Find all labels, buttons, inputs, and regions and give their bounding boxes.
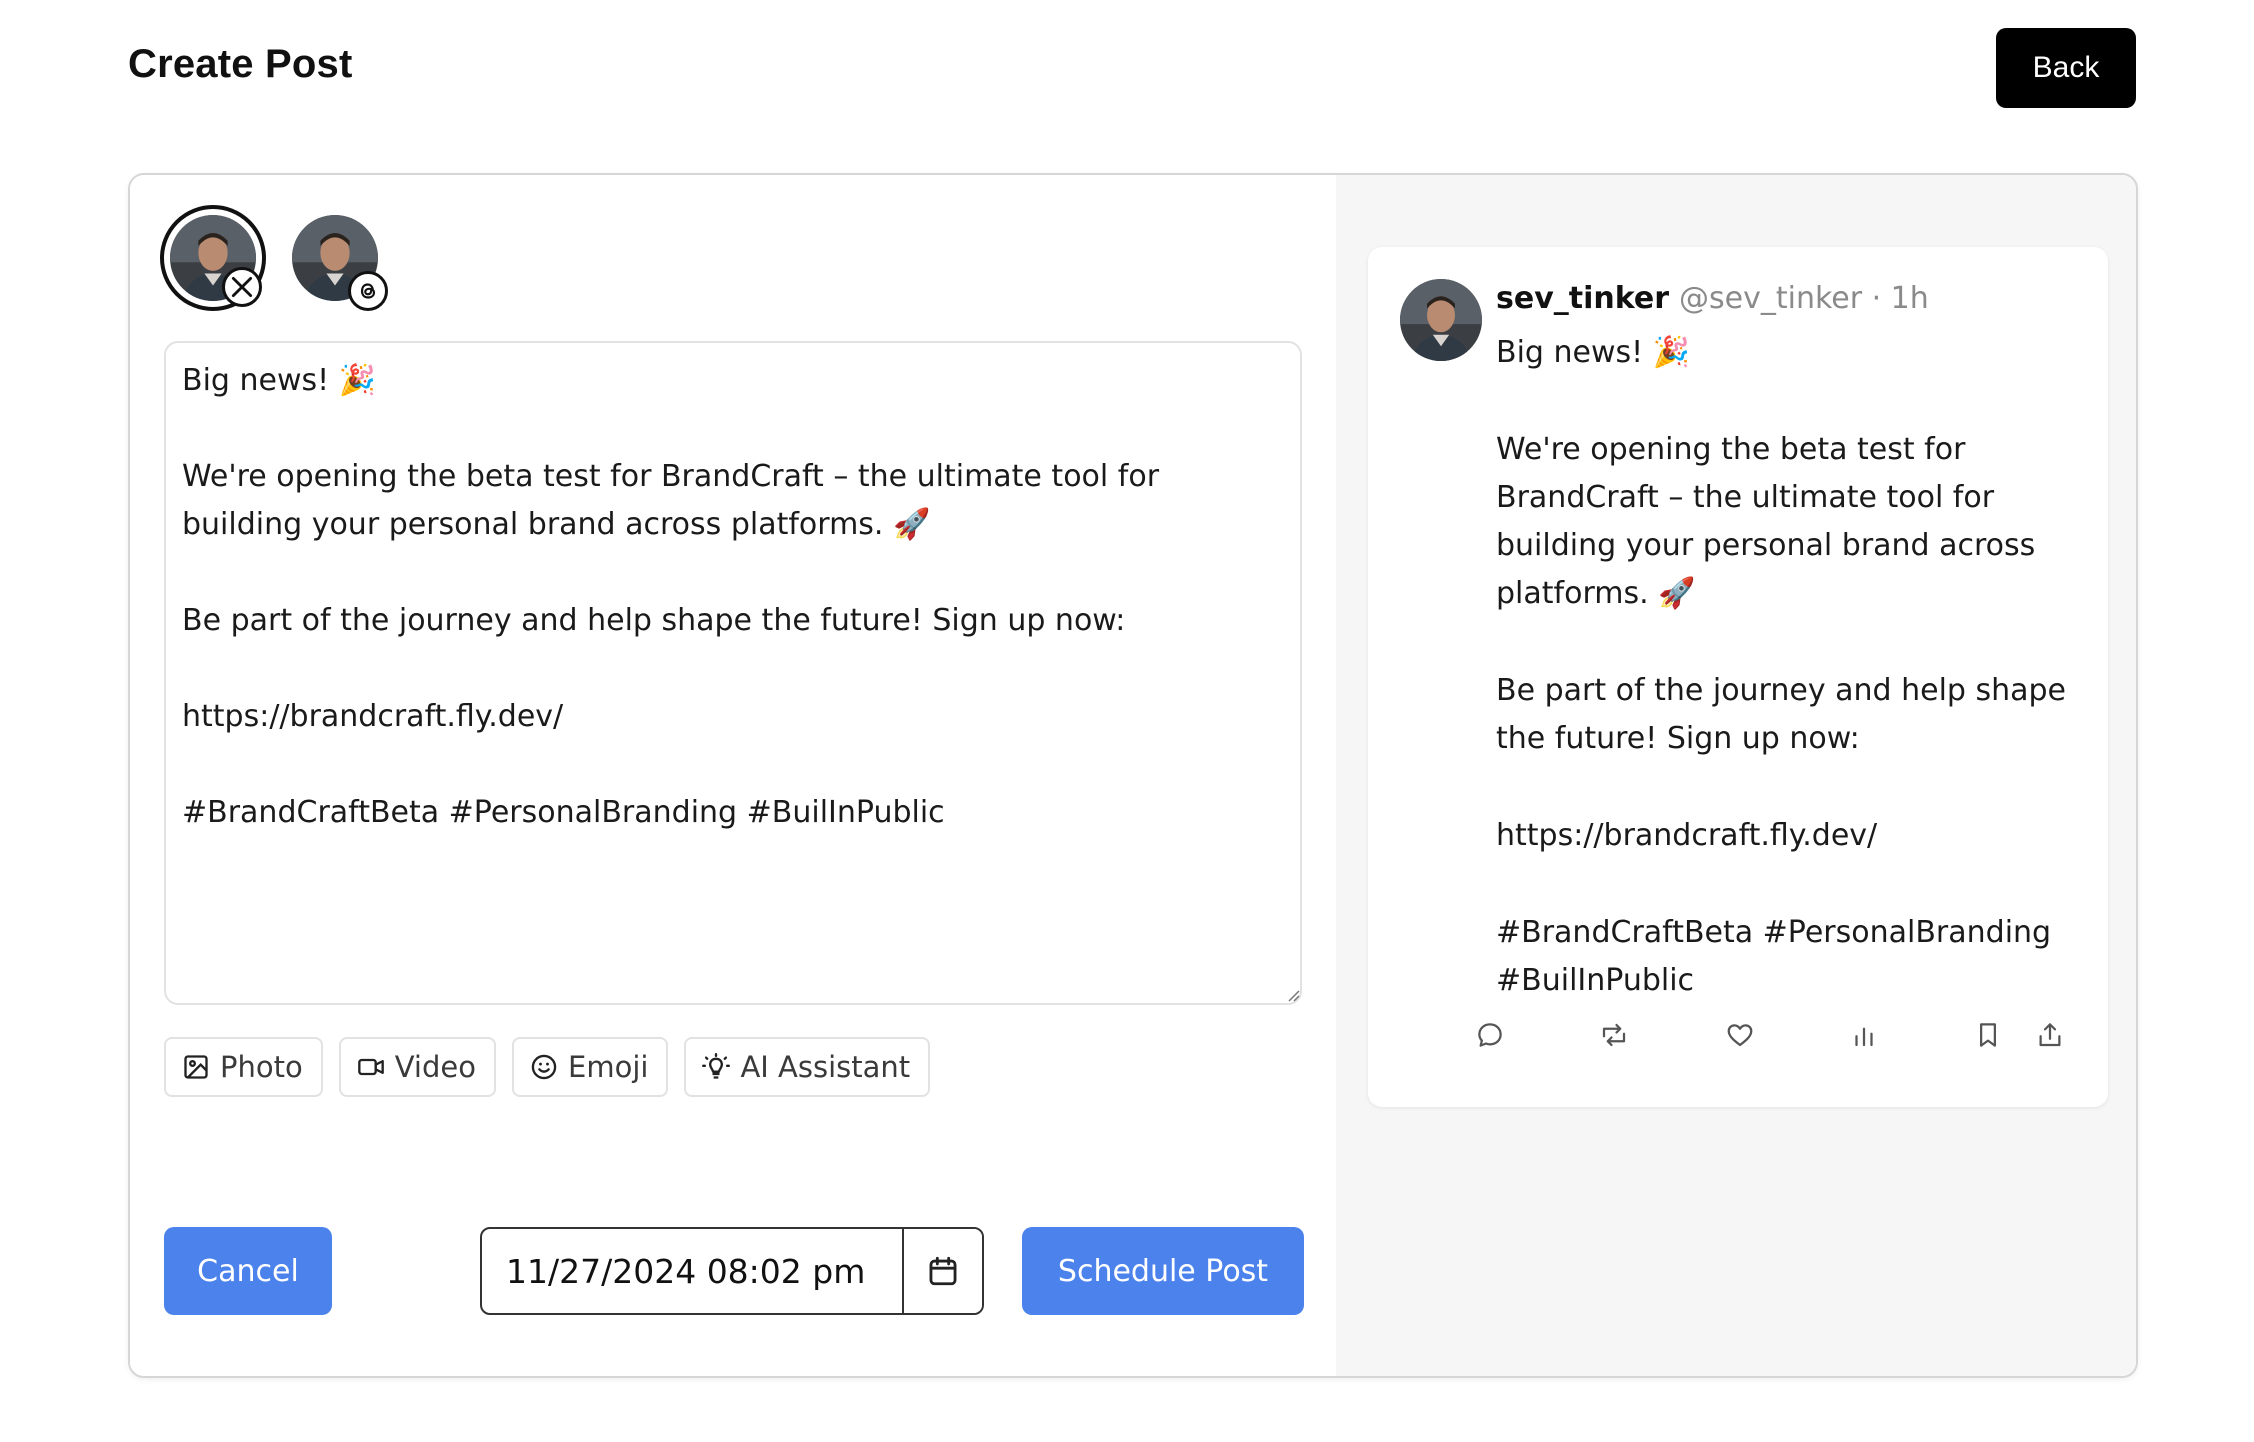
photo-button[interactable]: Photo: [164, 1037, 323, 1097]
schedule-post-button[interactable]: Schedule Post: [1022, 1227, 1304, 1315]
preview-header: sev_tinker @sev_tinker · 1h: [1496, 281, 1929, 316]
x-logo-icon: [222, 267, 262, 307]
datetime-input[interactable]: 11/27/2024 08:02 pm: [482, 1229, 902, 1313]
ai-assistant-button[interactable]: AI Assistant: [684, 1037, 931, 1097]
reply-icon[interactable]: [1472, 1017, 1508, 1053]
back-button[interactable]: Back: [1996, 28, 2136, 108]
ai-assistant-label: AI Assistant: [740, 1050, 911, 1084]
account-threads[interactable]: [282, 205, 388, 311]
image-icon: [184, 1055, 208, 1079]
video-button[interactable]: Video: [338, 1037, 496, 1097]
video-label: Video: [394, 1050, 476, 1084]
schedule-datetime-picker: 11/27/2024 08:02 pm: [480, 1227, 984, 1315]
post-editor[interactable]: Big news! 🎉 We're opening the beta test …: [164, 341, 1302, 1005]
calendar-icon: [929, 1256, 957, 1286]
account-x[interactable]: [160, 205, 266, 311]
repost-icon[interactable]: [1596, 1017, 1632, 1053]
emoji-label: Emoji: [568, 1050, 649, 1084]
emoji-button[interactable]: Emoji: [512, 1037, 669, 1097]
resize-grip-icon[interactable]: [1284, 986, 1300, 1002]
avatar: [1400, 279, 1482, 361]
composer-panel: Big news! 🎉 We're opening the beta test …: [130, 175, 1336, 1376]
share-icon[interactable]: [2032, 1017, 2068, 1053]
preview-body: Big news! 🎉 We're opening the beta test …: [1496, 335, 2067, 998]
threads-logo-icon: [348, 271, 388, 311]
smiley-icon: [531, 1054, 557, 1080]
video-camera-icon: [357, 1058, 384, 1076]
lightbulb-icon: [702, 1053, 731, 1079]
account-selector: [160, 205, 388, 311]
create-post-card: Big news! 🎉 We're opening the beta test …: [128, 173, 2138, 1378]
preview-panel: sev_tinker @sev_tinker · 1h Big news! 🎉 W…: [1336, 175, 2136, 1376]
preview-username: sev_tinker: [1496, 281, 1670, 316]
page-title: Create Post: [128, 42, 353, 86]
post-preview-card: sev_tinker @sev_tinker · 1h Big news! 🎉 W…: [1368, 247, 2108, 1107]
photo-label: Photo: [220, 1050, 303, 1084]
preview-actions: [1472, 1017, 2092, 1057]
calendar-button[interactable]: [902, 1229, 982, 1313]
bookmark-icon[interactable]: [1970, 1017, 2006, 1053]
preview-handle: @sev_tinker · 1h: [1679, 281, 1929, 316]
cancel-button[interactable]: Cancel: [164, 1227, 332, 1315]
media-toolbar: Photo Video Emoji AI Assistant: [164, 1037, 931, 1097]
views-icon[interactable]: [1846, 1017, 1882, 1053]
like-icon[interactable]: [1722, 1017, 1758, 1053]
